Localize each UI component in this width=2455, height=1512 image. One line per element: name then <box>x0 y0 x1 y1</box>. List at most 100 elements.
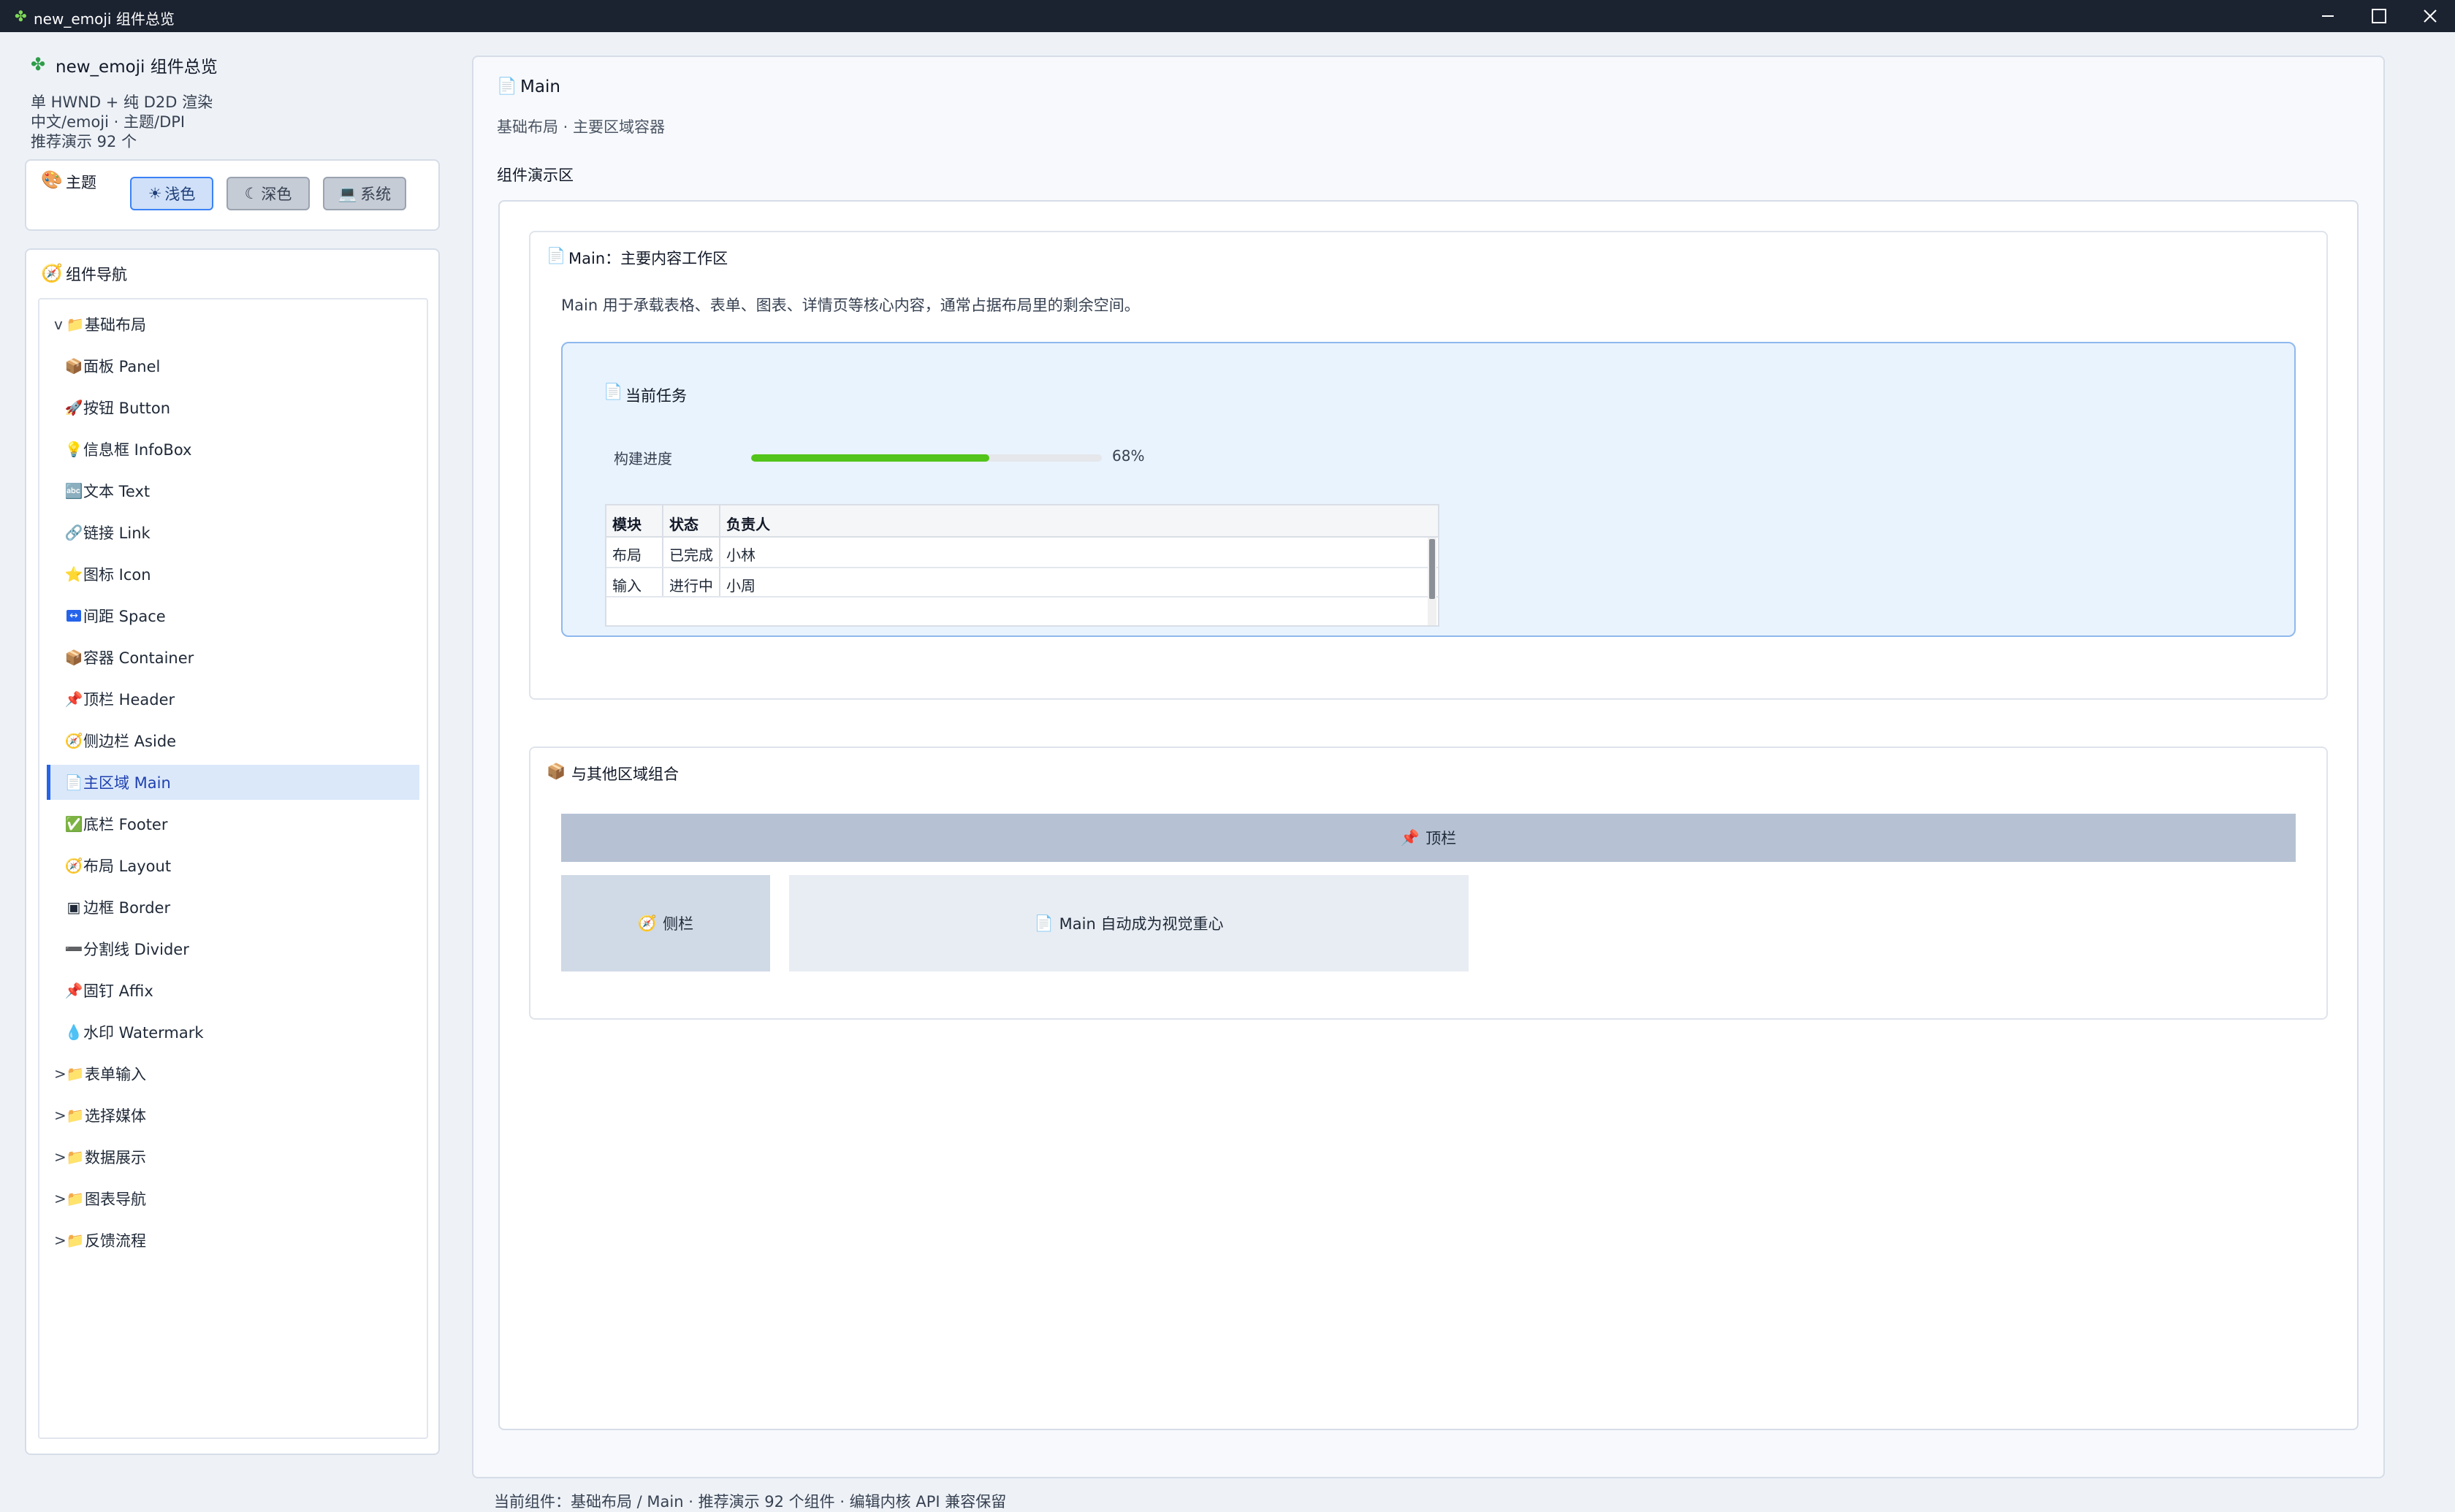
status-bar: 当前组件：基础布局 / Main · 推荐演示 92 个组件 · 编辑内核 AP… <box>494 1493 1007 1511</box>
square-icon: ▣ <box>66 898 81 916</box>
package-icon: 📦 <box>547 763 566 780</box>
tree-item-panel[interactable]: 📦 面板 Panel <box>39 348 419 383</box>
app-title: new_emoji 组件总览 <box>56 58 218 77</box>
tree-group-basic-layout[interactable]: v 📁 基础布局 <box>39 307 419 342</box>
package-icon: 📦 <box>64 357 83 375</box>
table-cell[interactable]: 布局 <box>612 543 642 565</box>
window-title: new_emoji 组件总览 <box>34 10 175 28</box>
tree-group-label: 图表导航 <box>85 1191 146 1208</box>
tree-item-label: 间距 Space <box>83 608 166 625</box>
tree-group-select-media[interactable]: > 📁 选择媒体 <box>39 1098 419 1133</box>
compass-icon: 🧭 <box>41 263 63 283</box>
close-icon <box>2424 9 2437 23</box>
pushpin-icon: 📌 <box>1400 828 1420 847</box>
table-header-cell[interactable]: 状态 <box>669 513 699 534</box>
tree-item-label: 顶栏 Header <box>83 691 175 709</box>
tree-group-form-input[interactable]: > 📁 表单输入 <box>39 1056 419 1091</box>
tree-item-label: 水印 Watermark <box>83 1024 204 1042</box>
maximize-button[interactable] <box>2356 0 2402 32</box>
link-icon: 🔗 <box>64 524 83 541</box>
table-cell[interactable]: 进行中 <box>669 574 713 595</box>
tree-item-border[interactable]: ▣ 边框 Border <box>39 890 419 925</box>
app-logo-icon: ✤ <box>15 7 27 25</box>
tree-item-footer[interactable]: ✅ 底栏 Footer <box>39 806 419 841</box>
close-button[interactable] <box>2407 0 2454 32</box>
tree-item-icon[interactable]: ⭐ 图标 Icon <box>39 557 419 592</box>
demo-area: 📄 Main：主要内容工作区 Main 用于承载表格、表单、图表、详情页等核心内… <box>498 200 2359 1430</box>
page-subtitle: 基础布局 · 主要区域容器 <box>497 118 666 136</box>
tree-item-label: 布局 Layout <box>83 858 172 875</box>
tree-item-link[interactable]: 🔗 链接 Link <box>39 515 419 550</box>
main-region-demo: 📄 Main 自动成为视觉重心 <box>789 875 1469 971</box>
tree-group-label: 基础布局 <box>85 316 146 334</box>
table-cell[interactable]: 小林 <box>726 543 755 565</box>
collapse-arrow-icon: > <box>54 1190 66 1207</box>
table-cell[interactable]: 输入 <box>612 574 642 595</box>
tree-item-container[interactable]: 📦 容器 Container <box>39 640 419 675</box>
sidebar-subtitle: 中文/emoji · 主题/DPI <box>31 113 186 131</box>
column-divider <box>719 505 720 596</box>
folder-icon: 📁 <box>66 1065 85 1083</box>
palette-icon: 🎨 <box>41 169 63 190</box>
tree-item-infobox[interactable]: 💡 信息框 InfoBox <box>39 432 419 467</box>
table-cell[interactable]: 小周 <box>726 574 755 595</box>
theme-light-button[interactable]: ☀ 浅色 <box>130 177 213 210</box>
table-header-cell[interactable]: 模块 <box>612 513 642 534</box>
table-scrollbar-thumb[interactable] <box>1429 539 1435 599</box>
tree-item-main[interactable]: 📄 主区域 Main <box>47 765 419 800</box>
star-icon: ⭐ <box>64 565 83 583</box>
tree-item-text[interactable]: 🔤 文本 Text <box>39 473 419 508</box>
tree-group-feedback[interactable]: > 📁 反馈流程 <box>39 1223 419 1258</box>
tree-item-layout[interactable]: 🧭 布局 Layout <box>39 848 419 883</box>
component-nav-card: 🧭 组件导航 v 📁 基础布局 📦 面板 Panel 🚀 按钮 Button 💡… <box>25 248 440 1455</box>
tree-item-button[interactable]: 🚀 按钮 Button <box>39 390 419 425</box>
theme-system-button[interactable]: 💻 系统 <box>323 177 406 210</box>
table-header-cell[interactable]: 负责人 <box>726 513 770 534</box>
tree-item-label: 链接 Link <box>83 524 151 542</box>
tree-item-label: 按钮 Button <box>83 400 171 417</box>
compass-icon: 🧭 <box>637 914 658 932</box>
tree-item-space[interactable]: ↔ 间距 Space <box>39 598 419 633</box>
folder-icon: 📁 <box>66 1232 85 1249</box>
sidebar-subtitle: 单 HWND + 纯 D2D 渲染 <box>31 93 213 111</box>
tree-item-label: 分割线 Divider <box>83 941 189 958</box>
tree-item-affix[interactable]: 📌 固钉 Affix <box>39 973 419 1008</box>
tree-group-data-display[interactable]: > 📁 数据展示 <box>39 1139 419 1175</box>
main-workspace-section: 📄 Main：主要内容工作区 Main 用于承载表格、表单、图表、详情页等核心内… <box>529 231 2328 700</box>
task-title: 当前任务 <box>625 387 687 405</box>
folder-icon: 📁 <box>66 1107 85 1124</box>
tree-item-aside[interactable]: 🧭 侧边栏 Aside <box>39 723 419 758</box>
tree-item-label: 文本 Text <box>83 483 151 500</box>
tree-group-chart-nav[interactable]: > 📁 图表导航 <box>39 1181 419 1216</box>
tree-item-watermark[interactable]: 💧 水印 Watermark <box>39 1015 419 1050</box>
theme-dark-button[interactable]: ☾ 深色 <box>227 177 310 210</box>
collapse-arrow-icon: > <box>54 1148 66 1166</box>
header-region-label: 顶栏 <box>1426 830 1457 847</box>
aside-region-demo: 🧭 侧栏 <box>561 875 770 971</box>
expand-arrow-icon: v <box>54 316 63 333</box>
folder-icon: 📁 <box>66 1148 85 1166</box>
minimize-button[interactable] <box>2304 0 2351 32</box>
lightbulb-icon: 💡 <box>64 440 83 458</box>
check-icon: ✅ <box>64 815 83 833</box>
tree-item-header[interactable]: 📌 顶栏 Header <box>39 681 419 717</box>
document-icon: 📄 <box>604 383 623 400</box>
header-region-demo: 📌 顶栏 <box>561 814 2296 862</box>
tree-item-label: 图标 Icon <box>83 566 151 584</box>
section-title: 与其他区域组合 <box>571 765 679 783</box>
tree-item-divider[interactable]: ➖ 分割线 Divider <box>39 931 419 966</box>
nav-label: 组件导航 <box>66 266 127 283</box>
arrows-horizontal-icon: ↔ <box>66 610 81 622</box>
section-description: Main 用于承载表格、表单、图表、详情页等核心内容，通常占据布局里的剩余空间。 <box>561 297 1140 314</box>
tree-item-label: 边框 Border <box>83 899 171 917</box>
tree-item-label: 主区域 Main <box>83 774 171 792</box>
laptop-icon: 💻 <box>338 184 358 202</box>
tree-group-label: 选择媒体 <box>85 1107 146 1125</box>
moon-icon: ☾ <box>244 185 259 202</box>
maximize-icon <box>2372 9 2386 23</box>
box-icon: 📦 <box>64 649 83 666</box>
table-cell[interactable]: 已完成 <box>669 543 713 565</box>
tree-item-label: 信息框 InfoBox <box>83 441 192 459</box>
rocket-icon: 🚀 <box>64 399 83 416</box>
theme-system-label: 系统 <box>360 186 392 203</box>
